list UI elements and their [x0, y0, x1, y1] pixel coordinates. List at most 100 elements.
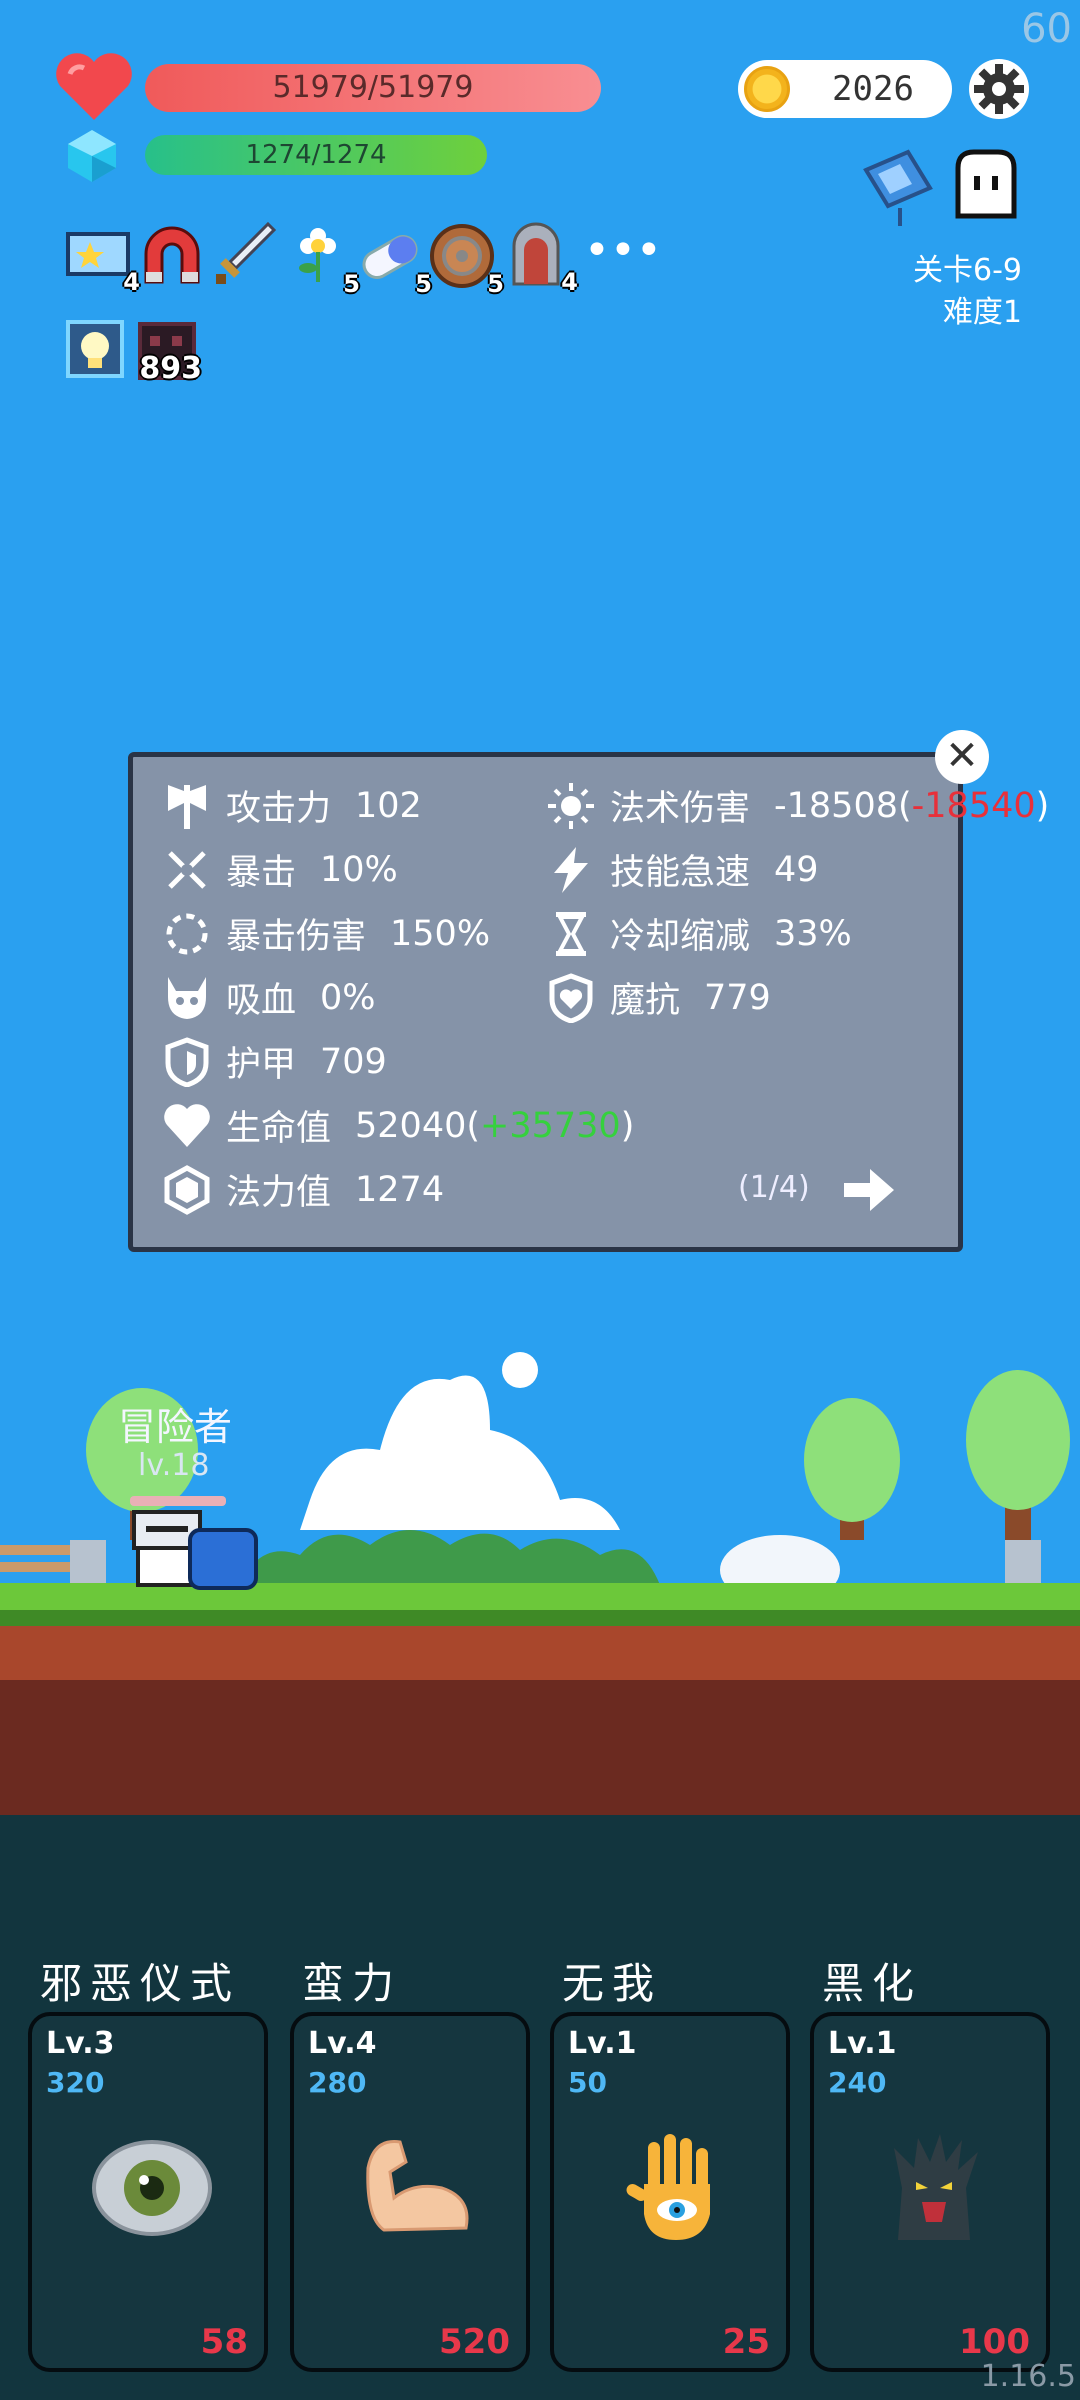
stat-label: 生命值 [226, 1109, 332, 1149]
stat-bonus: -18540 [911, 785, 1036, 826]
hero-hp-bar [130, 1496, 226, 1506]
stat-bonus-close: ) [620, 1105, 635, 1146]
skill-title: 邪恶仪式 [40, 1959, 241, 2008]
burst-ring-icon [166, 913, 208, 954]
next-page-arrow-icon[interactable] [840, 1165, 898, 1215]
stat-spell-damage: 法术伤害 -18508(-18540) [546, 780, 1049, 831]
gear-icon[interactable] [968, 58, 1030, 120]
dark-tree-icon [894, 2134, 978, 2240]
skill-card-brute-force[interactable]: Lv.4 280 520 [290, 2012, 530, 2372]
stat-attack: 攻击力 102 [162, 780, 422, 831]
skill-count: 520 [439, 2322, 510, 2362]
heart-icon [164, 1103, 210, 1147]
sword-icon[interactable] [210, 220, 278, 288]
eye-icon [92, 2140, 212, 2236]
item-count: 4 [561, 268, 578, 296]
stat-main-value: -18508 [774, 785, 898, 826]
hero-name: 冒险者 [118, 1405, 233, 1449]
tombstone-icon[interactable]: 4 [502, 220, 578, 296]
skill-title: 蛮力 [302, 1959, 403, 2008]
stat-main-value: 52040 [355, 1105, 467, 1146]
mana-crystal-icon [68, 130, 116, 182]
sun-icon [548, 782, 594, 829]
skill-count: 58 [200, 2322, 248, 2362]
lightbulb-icon[interactable] [66, 320, 124, 378]
stat-value: 1274 [355, 1169, 445, 1210]
skill-cost: 240 [828, 2066, 887, 2099]
eye-hand-icon [626, 2134, 710, 2240]
skill-level: Lv.1 [568, 2026, 637, 2061]
heart-icon [56, 53, 132, 120]
stat-value: 709 [320, 1041, 387, 1082]
skill-level: Lv.1 [828, 2026, 897, 2061]
small-cloud [502, 1352, 538, 1388]
stat-crit: 暴击 10% [162, 844, 398, 895]
stat-crit-damage: 暴击伤害 150% [162, 908, 490, 959]
stat-cdr: 冷却缩减 33% [546, 908, 852, 959]
ghost-icon[interactable] [950, 148, 1022, 224]
skill-count: 25 [722, 2322, 770, 2362]
stat-label: 魔抗 [610, 981, 681, 1021]
stage-label: 关卡6-9 [913, 253, 1022, 288]
stat-hp: 生命值 52040(+35730) [162, 1100, 634, 1151]
shield-icon [165, 1036, 209, 1087]
horned-skull-icon [168, 976, 206, 1019]
stat-label: 护甲 [226, 1045, 297, 1085]
stage-info: 关卡6-9 难度1 [913, 250, 1022, 334]
stat-armor: 护甲 709 [162, 1036, 387, 1087]
flexed-arm-icon [366, 2140, 469, 2232]
difficulty-label: 难度1 [942, 295, 1022, 330]
stat-magic-resist: 魔抗 779 [546, 972, 771, 1023]
ticket-star-icon[interactable]: 4 [64, 220, 140, 296]
lightning-icon [554, 846, 588, 893]
stat-label: 暴击伤害 [226, 917, 367, 957]
skill-level: Lv.3 [46, 2026, 115, 2061]
stat-value: 49 [774, 849, 819, 890]
skill-card-selfless[interactable]: Lv.1 50 25 [550, 2012, 790, 2372]
heart-shield-icon [549, 972, 593, 1023]
magnet-icon[interactable] [138, 222, 206, 290]
flower-icon[interactable]: 5 [284, 222, 360, 298]
skill-title: 无我 [562, 1959, 663, 2008]
stat-lifesteal: 吸血 0% [162, 972, 376, 1023]
coin-amount: 2026 [832, 69, 914, 109]
stat-bonus-open: ( [898, 785, 912, 826]
stat-label: 攻击力 [226, 789, 332, 829]
stat-mana: 法力值 1274 [162, 1164, 444, 1215]
stage-flag-icon[interactable] [860, 148, 940, 228]
coin-counter: 2026 [738, 60, 952, 118]
skill-cost: 280 [308, 2066, 367, 2099]
stat-value: 52040(+35730) [355, 1106, 634, 1146]
fps-counter: 60 [1021, 6, 1072, 52]
hourglass-icon [556, 911, 586, 956]
round-shield-icon[interactable]: 5 [428, 222, 504, 298]
stat-bonus: +35730 [480, 1105, 621, 1146]
skill-count: 100 [959, 2322, 1030, 2362]
coin-icon [744, 66, 790, 112]
stat-ability-haste: 技能急速 49 [546, 844, 819, 895]
skill-card-evil-ritual[interactable]: Lv.3 320 58 [28, 2012, 268, 2372]
skill-level: Lv.4 [308, 2026, 377, 2061]
skill-cost: 320 [46, 2066, 105, 2099]
crystal-icon [164, 1164, 210, 1215]
mana-bar: 1274/1274 [145, 135, 487, 175]
pill-icon[interactable]: 5 [356, 222, 432, 298]
skill-card-blacken[interactable]: Lv.1 240 100 [810, 2012, 1050, 2372]
more-items-button[interactable]: ••• [584, 229, 662, 273]
stat-value: -18508(-18540) [774, 786, 1049, 826]
stat-value: 33% [774, 913, 852, 954]
close-button[interactable]: ✕ [935, 730, 989, 784]
stat-label: 冷却缩减 [610, 917, 751, 957]
stat-label: 吸血 [226, 981, 297, 1021]
dark-block-icon[interactable]: 893 [138, 322, 202, 386]
stat-value: 102 [355, 785, 422, 826]
stat-label: 法术伤害 [610, 789, 751, 829]
page-indicator: (1/4) [738, 1170, 810, 1205]
stat-label: 技能急速 [610, 853, 751, 893]
hp-bar: 51979/51979 [145, 64, 601, 112]
buff-count: 893 [139, 351, 202, 386]
hero-level: lv.18 [138, 1448, 210, 1483]
stat-label: 暴击 [226, 853, 297, 893]
stat-bonus-open: ( [466, 1105, 481, 1146]
stat-bonus-close: ) [1035, 785, 1050, 826]
